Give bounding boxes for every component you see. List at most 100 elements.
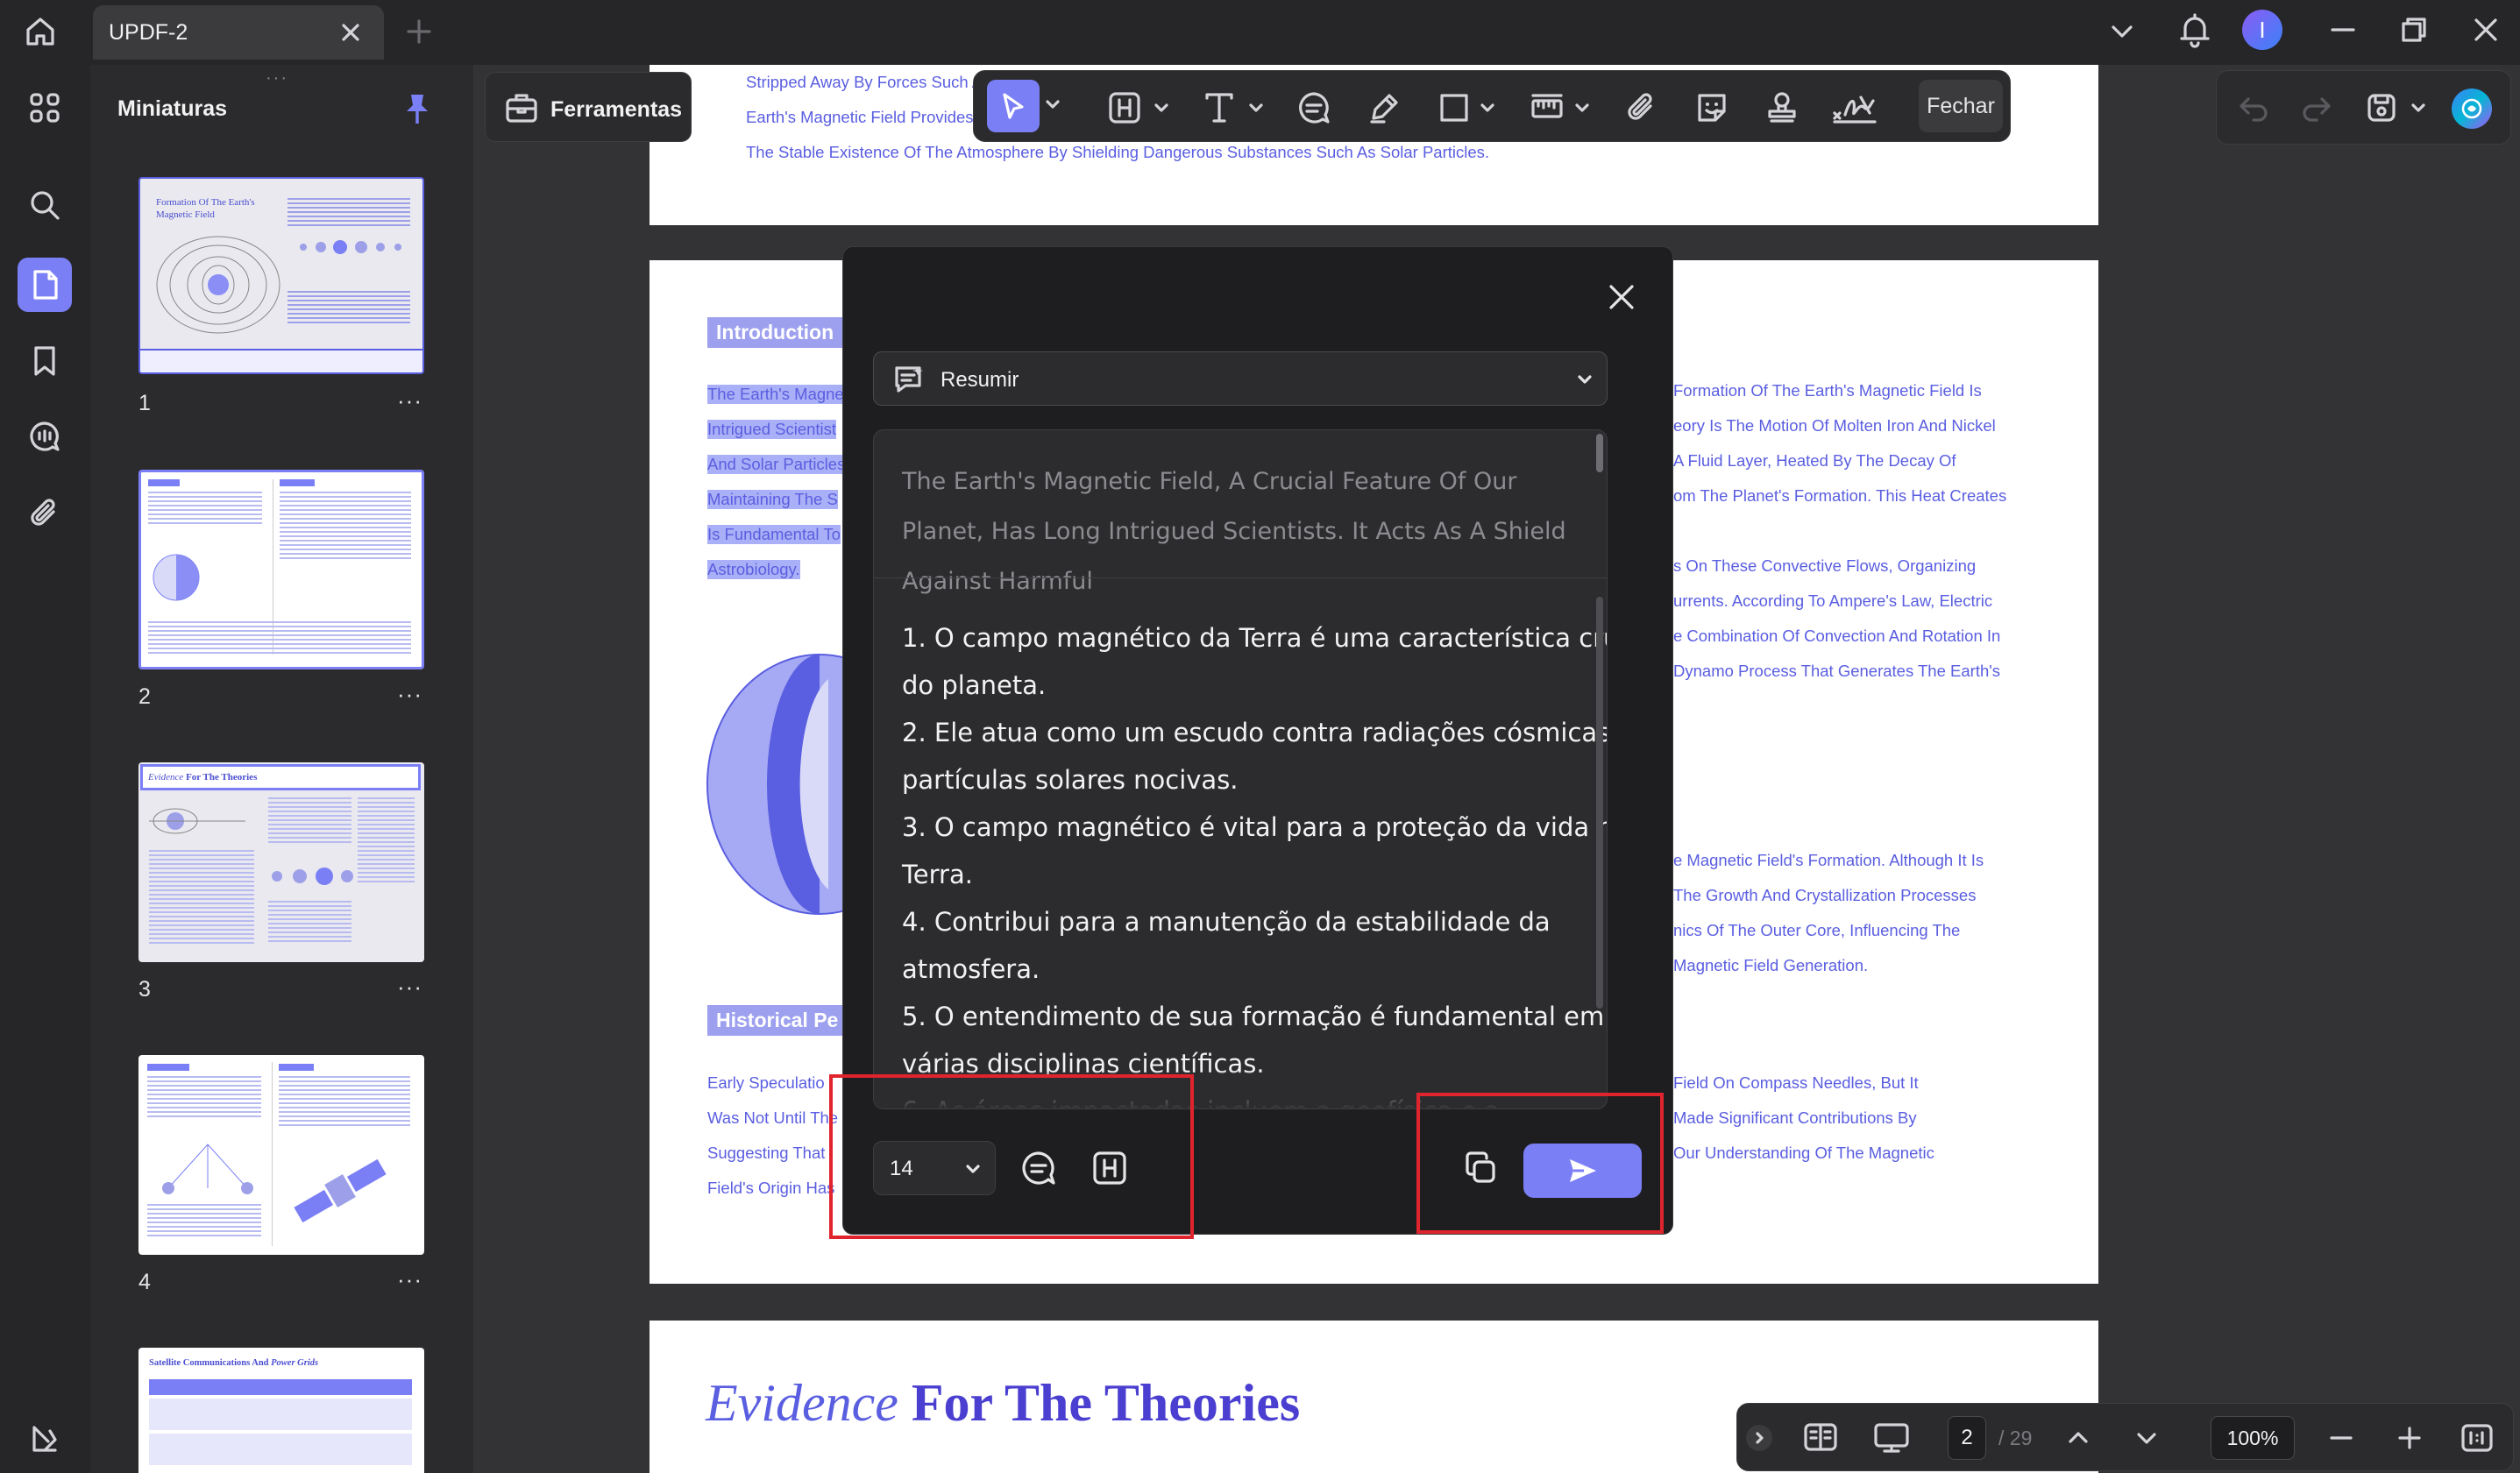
avatar[interactable]: I	[2242, 10, 2282, 50]
comments-icon[interactable]	[18, 409, 72, 464]
thumb-2-number: 2	[138, 684, 151, 709]
undo-icon[interactable]	[2236, 90, 2271, 125]
summary-text-area[interactable]: The Earth's Magnetic Field, A Crucial Fe…	[873, 429, 1608, 1109]
shape-tool-icon[interactable]	[1437, 90, 1472, 125]
thumb-3-more-icon[interactable]: ···	[397, 974, 422, 1001]
close-toolbar-label: Fechar	[1927, 93, 1995, 118]
close-toolbar-button[interactable]: Fechar	[1919, 80, 2003, 132]
actual-size-icon[interactable]	[2460, 1421, 2495, 1455]
app-window: { "window": {"tab_title": "UPDF-2", "ava…	[0, 0, 2520, 1473]
scrollbar-top[interactable]	[1596, 434, 1603, 472]
thumb-4-text-3	[279, 1076, 410, 1129]
pin-icon[interactable]	[401, 91, 433, 126]
mode-label: Resumir	[941, 368, 1019, 392]
thumb-2-more-icon[interactable]: ···	[397, 681, 422, 708]
mode-chevron-icon	[1577, 372, 1593, 387]
theme-icon[interactable]	[18, 1411, 72, 1465]
stamp-tool-icon[interactable]	[1764, 90, 1799, 125]
thumbnail-page-4[interactable]	[138, 1055, 424, 1255]
attachment-icon[interactable]	[18, 486, 72, 541]
chevron-down-icon[interactable]	[2106, 16, 2138, 47]
thumb-5-table-body	[149, 1399, 412, 1469]
summary-line-1: 1. O campo magnético da Terra é uma cara…	[902, 623, 1608, 653]
intro-line-6: Astrobiology.	[707, 560, 800, 579]
home-icon[interactable]	[21, 12, 60, 51]
thumb-1-selection	[140, 349, 422, 372]
summary-line-9: 5. O entendimento de sua formação é fund…	[902, 1002, 1605, 1031]
signature-tool-icon[interactable]	[1831, 89, 1878, 127]
right-line-a4: om The Planet's Formation. This Heat Cre…	[1673, 486, 2007, 505]
redo-icon[interactable]	[2299, 90, 2334, 125]
mode-select[interactable]: Resumir	[873, 351, 1608, 406]
zoom-in-icon[interactable]	[2395, 1423, 2424, 1453]
drag-handle[interactable]: ···	[266, 68, 288, 89]
right-line-c4: Magnetic Field Generation.	[1673, 956, 1869, 974]
document-tab[interactable]: UPDF-2	[93, 5, 384, 60]
save-chevron-icon[interactable]	[2410, 99, 2427, 117]
text-chevron-icon[interactable]	[1247, 99, 1265, 117]
summary-line-2: do planeta.	[902, 670, 1047, 700]
annotation-box-right	[1416, 1093, 1664, 1234]
thumbnail-page-2[interactable]	[138, 470, 424, 669]
minimize-icon[interactable]	[2327, 14, 2359, 46]
close-tab-icon[interactable]	[338, 20, 363, 45]
thumb-1-field-diagram	[156, 236, 280, 334]
reading-mode-icon[interactable]	[1802, 1420, 1839, 1455]
sticker-tool-icon[interactable]	[1694, 90, 1729, 125]
expand-nav-icon[interactable]	[1746, 1425, 1772, 1451]
highlight-chevron-icon[interactable]	[1153, 99, 1170, 117]
text-divider	[874, 577, 1607, 578]
page-total: / 29	[1998, 1427, 2033, 1449]
page-number-input[interactable]: 2	[1948, 1416, 1986, 1460]
presentation-icon[interactable]	[1872, 1420, 1911, 1456]
prev-page-icon[interactable]	[2063, 1423, 2093, 1453]
original-text: The Earth's Magnetic Field, A Crucial Fe…	[902, 468, 1566, 595]
annotation-toolbar: Fechar	[973, 70, 2011, 142]
hist-line-3: Suggesting That	[707, 1144, 826, 1162]
thumb-4-heading-2	[279, 1064, 314, 1071]
thumb-1-more-icon[interactable]: ···	[397, 387, 422, 414]
zoom-out-icon[interactable]	[2326, 1423, 2356, 1453]
apps-icon[interactable]	[18, 81, 72, 135]
thumb-3-text	[149, 850, 254, 946]
right-line-b4: Dynamo Process That Generates The Earth'…	[1673, 662, 2001, 680]
measure-chevron-icon[interactable]	[1573, 99, 1591, 117]
avatar-letter: I	[2259, 16, 2266, 43]
attach-tool-icon[interactable]	[1624, 90, 1659, 125]
measure-tool-icon[interactable]	[1530, 90, 1565, 125]
thumb-4-heading	[147, 1064, 189, 1071]
next-page-icon[interactable]	[2132, 1423, 2162, 1453]
select-tool-chevron-icon[interactable]	[1044, 96, 1061, 113]
text-tool-icon[interactable]	[1202, 90, 1237, 125]
hist-line-2: Was Not Until The	[707, 1108, 839, 1127]
top-line-3: The Stable Existence Of The Atmosphere B…	[746, 143, 1490, 161]
scrollbar-result[interactable]	[1596, 597, 1603, 1009]
tools-button[interactable]: Ferramentas	[485, 72, 692, 142]
restore-icon[interactable]	[2398, 14, 2430, 46]
thumb-3-title: Evidence For The Theories	[140, 764, 421, 790]
ai-assistant-icon[interactable]	[2452, 89, 2492, 129]
thumb-5-title: Satellite Communications And Power Grids	[149, 1358, 318, 1368]
close-dialog-icon[interactable]	[1607, 282, 1636, 312]
save-icon[interactable]	[2364, 90, 2399, 125]
thumbnail-page-3[interactable]: Evidence For The Theories	[138, 762, 424, 962]
top-line-1: Stripped Away By Forces Such A	[746, 73, 983, 91]
thumbnails-icon[interactable]	[18, 258, 72, 312]
new-tab-icon[interactable]	[405, 18, 433, 46]
search-icon[interactable]	[18, 178, 72, 232]
bell-icon[interactable]	[2176, 11, 2213, 49]
highlight-tool-icon[interactable]	[1107, 90, 1142, 125]
thumb-2-heading-2	[280, 479, 315, 486]
thumb-4-more-icon[interactable]: ···	[397, 1266, 422, 1293]
comment-tool-icon[interactable]	[1296, 90, 1331, 125]
thumbnail-page-1[interactable]: Formation Of The Earth's Magnetic Field	[138, 177, 424, 374]
shape-chevron-icon[interactable]	[1479, 99, 1496, 117]
select-tool-icon[interactable]	[987, 80, 1040, 132]
bookmark-icon[interactable]	[18, 334, 72, 388]
thumbnail-page-5[interactable]: Satellite Communications And Power Grids	[138, 1348, 424, 1473]
zoom-level[interactable]: 100%	[2211, 1416, 2295, 1460]
left-rail	[0, 65, 90, 1473]
hist-line-4: Field's Origin Has	[707, 1179, 835, 1197]
pencil-tool-icon[interactable]	[1366, 90, 1402, 125]
close-window-icon[interactable]	[2470, 14, 2502, 46]
